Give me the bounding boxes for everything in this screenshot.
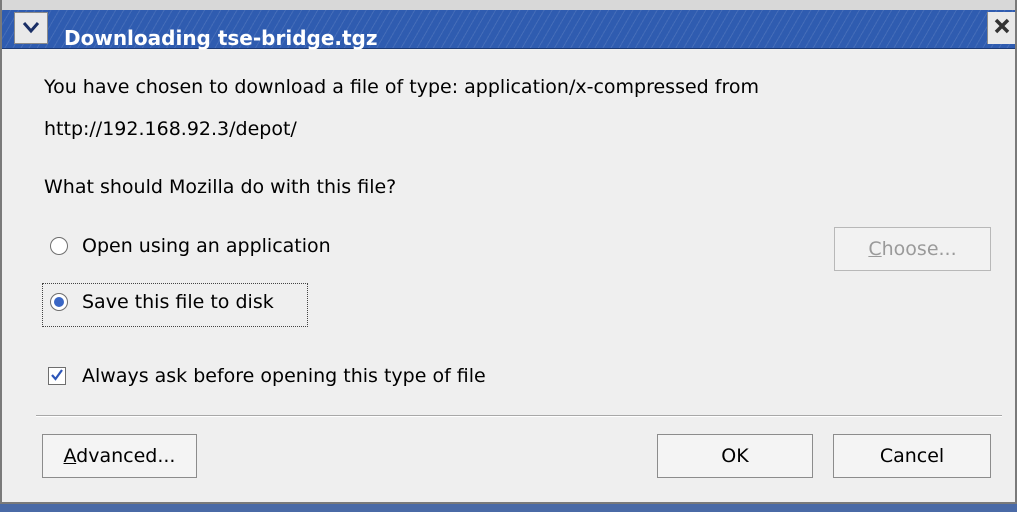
checkmark-icon [50,367,64,386]
advanced-button[interactable]: Advanced... [42,434,197,478]
cancel-button-label: Cancel [879,445,945,467]
window-title: Downloading tse-bridge.tgz [64,26,378,50]
download-dialog: Downloading tse-bridge.tgz You have chos… [0,0,1017,504]
ok-button-label: OK [721,445,749,467]
titlebar-edge [2,0,1015,10]
choose-button[interactable]: Choose... [834,227,991,271]
message-line-1: You have chosen to download a file of ty… [44,76,759,98]
open-with-app-radio[interactable] [50,237,68,255]
close-button[interactable] [987,12,1015,44]
divider [36,415,1002,417]
advanced-button-label: Advanced... [63,445,176,467]
close-icon [994,18,1010,38]
titlebar[interactable]: Downloading tse-bridge.tgz [2,10,1015,50]
ok-button[interactable]: OK [657,434,813,478]
choose-button-label: Choose... [868,238,957,260]
question-text: What should Mozilla do with this file? [44,176,397,198]
always-ask-checkbox[interactable] [48,367,66,385]
save-to-disk-radio[interactable] [50,293,68,311]
save-to-disk-label[interactable]: Save this file to disk [82,291,274,313]
source-url: http://192.168.92.3/depot/ [44,118,297,140]
always-ask-label[interactable]: Always ask before opening this type of f… [82,365,486,387]
chevron-down-icon [22,19,40,38]
window-menu-button[interactable] [14,12,48,44]
cancel-button[interactable]: Cancel [833,434,991,478]
open-with-app-label[interactable]: Open using an application [82,235,331,257]
